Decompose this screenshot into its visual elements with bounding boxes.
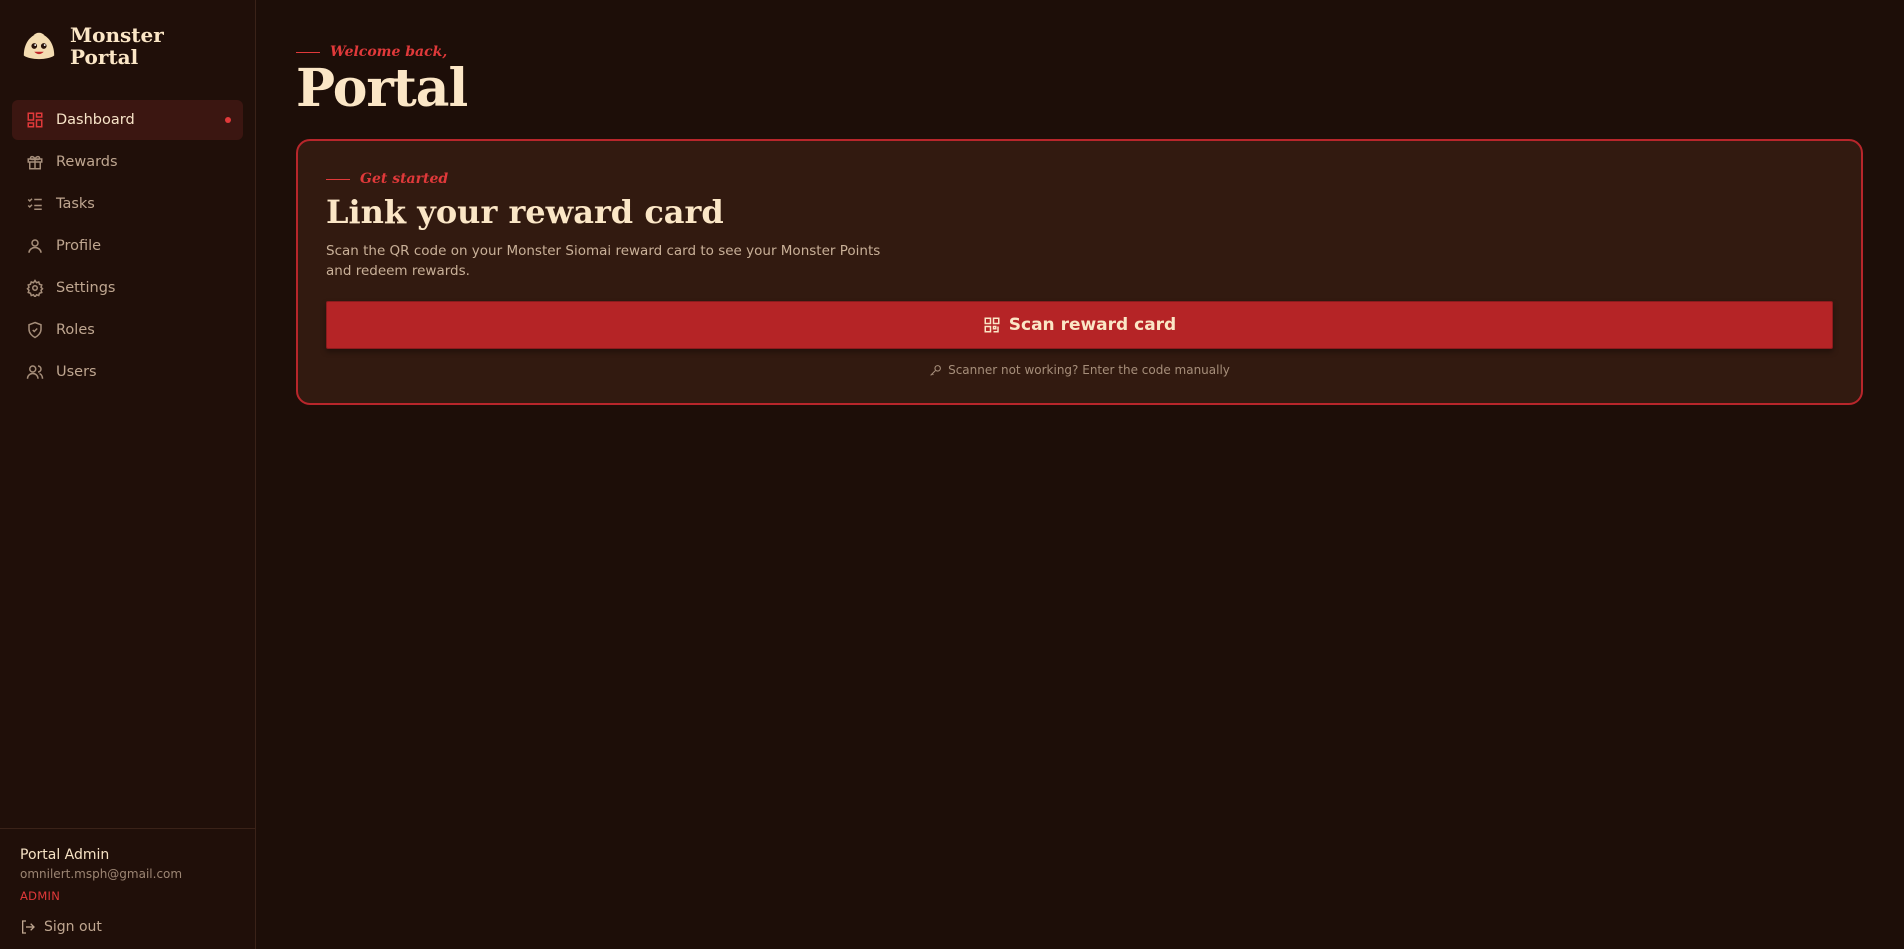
- card-eyebrow-text: Get started: [360, 171, 449, 187]
- user-icon: [26, 237, 44, 255]
- user-email: omnilert.msph@gmail.com: [20, 867, 183, 881]
- brand-name-line1: Monster: [70, 23, 164, 47]
- shield-icon: [26, 321, 44, 339]
- card-title: Link your reward card: [326, 193, 724, 231]
- manual-entry-text: Scanner not working? Enter the code manu…: [948, 363, 1230, 377]
- brand[interactable]: Monster Portal: [20, 24, 164, 68]
- main-content: Welcome back, Portal Get started Link yo…: [256, 0, 1904, 949]
- sidebar-item-label: Dashboard: [56, 112, 135, 128]
- gear-icon: [26, 279, 44, 297]
- sidebar-item-label: Users: [56, 364, 97, 380]
- dumpling-monster-logo: [23, 32, 55, 60]
- sidebar-item-dashboard[interactable]: Dashboard: [12, 100, 243, 140]
- sidebar-item-roles[interactable]: Roles: [12, 310, 243, 350]
- sidebar-item-users[interactable]: Users: [12, 352, 243, 392]
- checklist-icon: [26, 195, 44, 213]
- sign-out-label: Sign out: [44, 919, 102, 935]
- key-icon: [930, 364, 941, 376]
- user-role-badge: ADMIN: [20, 889, 61, 903]
- scan-reward-card-button[interactable]: Scan reward card: [326, 301, 1833, 349]
- brand-name: Monster Portal: [70, 24, 164, 68]
- sidebar-item-label: Rewards: [56, 154, 118, 170]
- manual-entry-link[interactable]: Scanner not working? Enter the code manu…: [326, 363, 1833, 377]
- brand-name-line2: Portal: [70, 45, 139, 69]
- sidebar-item-label: Tasks: [56, 196, 95, 212]
- sign-out-button[interactable]: Sign out: [20, 919, 235, 935]
- card-description: Scan the QR code on your Monster Siomai …: [326, 243, 881, 279]
- scan-button-label: Scan reward card: [1008, 315, 1177, 335]
- sidebar-item-profile[interactable]: Profile: [12, 226, 243, 266]
- link-reward-card-panel: Get started Link your reward card Scan t…: [296, 139, 1863, 405]
- active-indicator-dot: [225, 117, 231, 123]
- user-panel: Portal Admin omnilert.msph@gmail.com ADM…: [0, 828, 255, 935]
- sign-out-icon: [22, 920, 35, 934]
- card-eyebrow: Get started: [326, 171, 448, 187]
- sidebar-item-settings[interactable]: Settings: [12, 268, 243, 308]
- eyebrow-line: [326, 178, 350, 180]
- qr-code-icon: [984, 317, 1000, 333]
- users-icon: [26, 363, 44, 381]
- sidebar-item-label: Roles: [56, 322, 95, 338]
- sidebar-item-label: Profile: [56, 238, 102, 254]
- sidebar-item-tasks[interactable]: Tasks: [12, 184, 243, 224]
- gift-icon: [26, 153, 44, 171]
- sidebar-nav: Dashboard Rewards Tasks Profile Settings…: [12, 100, 243, 394]
- eyebrow-line: [296, 51, 320, 53]
- sidebar-item-rewards[interactable]: Rewards: [12, 142, 243, 182]
- page-title: Portal: [296, 58, 468, 119]
- grid-icon: [26, 111, 44, 129]
- user-name: Portal Admin: [20, 847, 110, 863]
- sidebar-item-label: Settings: [56, 280, 116, 296]
- sidebar: Monster Portal Dashboard Rewards Tasks P…: [0, 0, 256, 949]
